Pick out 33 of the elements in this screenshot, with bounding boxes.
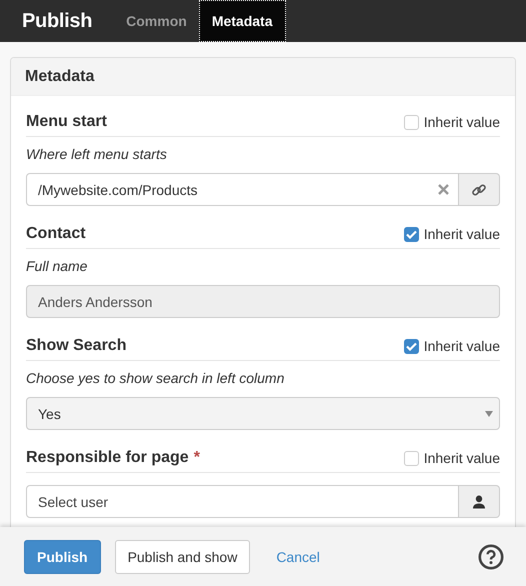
caret-icon[interactable] xyxy=(485,410,493,416)
user-field[interactable]: Select user xyxy=(26,485,459,518)
inherit-label[interactable]: Inherit value xyxy=(424,338,500,354)
panel-header: Metadata xyxy=(11,58,515,96)
field-label: Show Search xyxy=(26,337,126,355)
tab[interactable]: Metadata xyxy=(198,0,286,42)
link-input[interactable]: /Mywebsite.com/Products xyxy=(38,182,438,198)
select-field[interactable]: Yes xyxy=(26,397,500,430)
user-button[interactable] xyxy=(459,485,500,518)
required-mark: * xyxy=(194,449,200,467)
inherit-checkbox[interactable] xyxy=(404,338,419,354)
inherit-label[interactable]: Inherit value xyxy=(424,114,500,130)
publish-and-show-button[interactable]: Publish and show xyxy=(114,540,250,574)
field-description: Choose yes to show search in left column xyxy=(26,369,286,388)
inherit-checkbox[interactable] xyxy=(404,114,419,130)
publish-button[interactable]: Publish xyxy=(24,540,101,574)
clear-icon[interactable] xyxy=(438,184,449,195)
inherit-label[interactable]: Inherit value xyxy=(424,450,500,466)
help-icon[interactable] xyxy=(478,544,504,570)
user-icon xyxy=(472,494,486,508)
app-title: Publish xyxy=(22,10,92,32)
field-label: Contact xyxy=(26,225,86,243)
field-label: Responsible for page xyxy=(26,449,189,467)
field-description: Where left menu starts xyxy=(26,145,168,164)
link-icon xyxy=(471,182,487,198)
select-input[interactable]: Yes xyxy=(38,406,485,422)
field-description: Full name xyxy=(26,257,88,276)
user-input[interactable]: Select user xyxy=(38,494,458,510)
field-label: Menu start xyxy=(26,113,107,131)
tab[interactable]: Common xyxy=(114,0,199,42)
link-field[interactable]: /Mywebsite.com/Products xyxy=(26,173,459,206)
link-button[interactable] xyxy=(459,173,500,206)
inherit-checkbox[interactable] xyxy=(404,450,419,466)
